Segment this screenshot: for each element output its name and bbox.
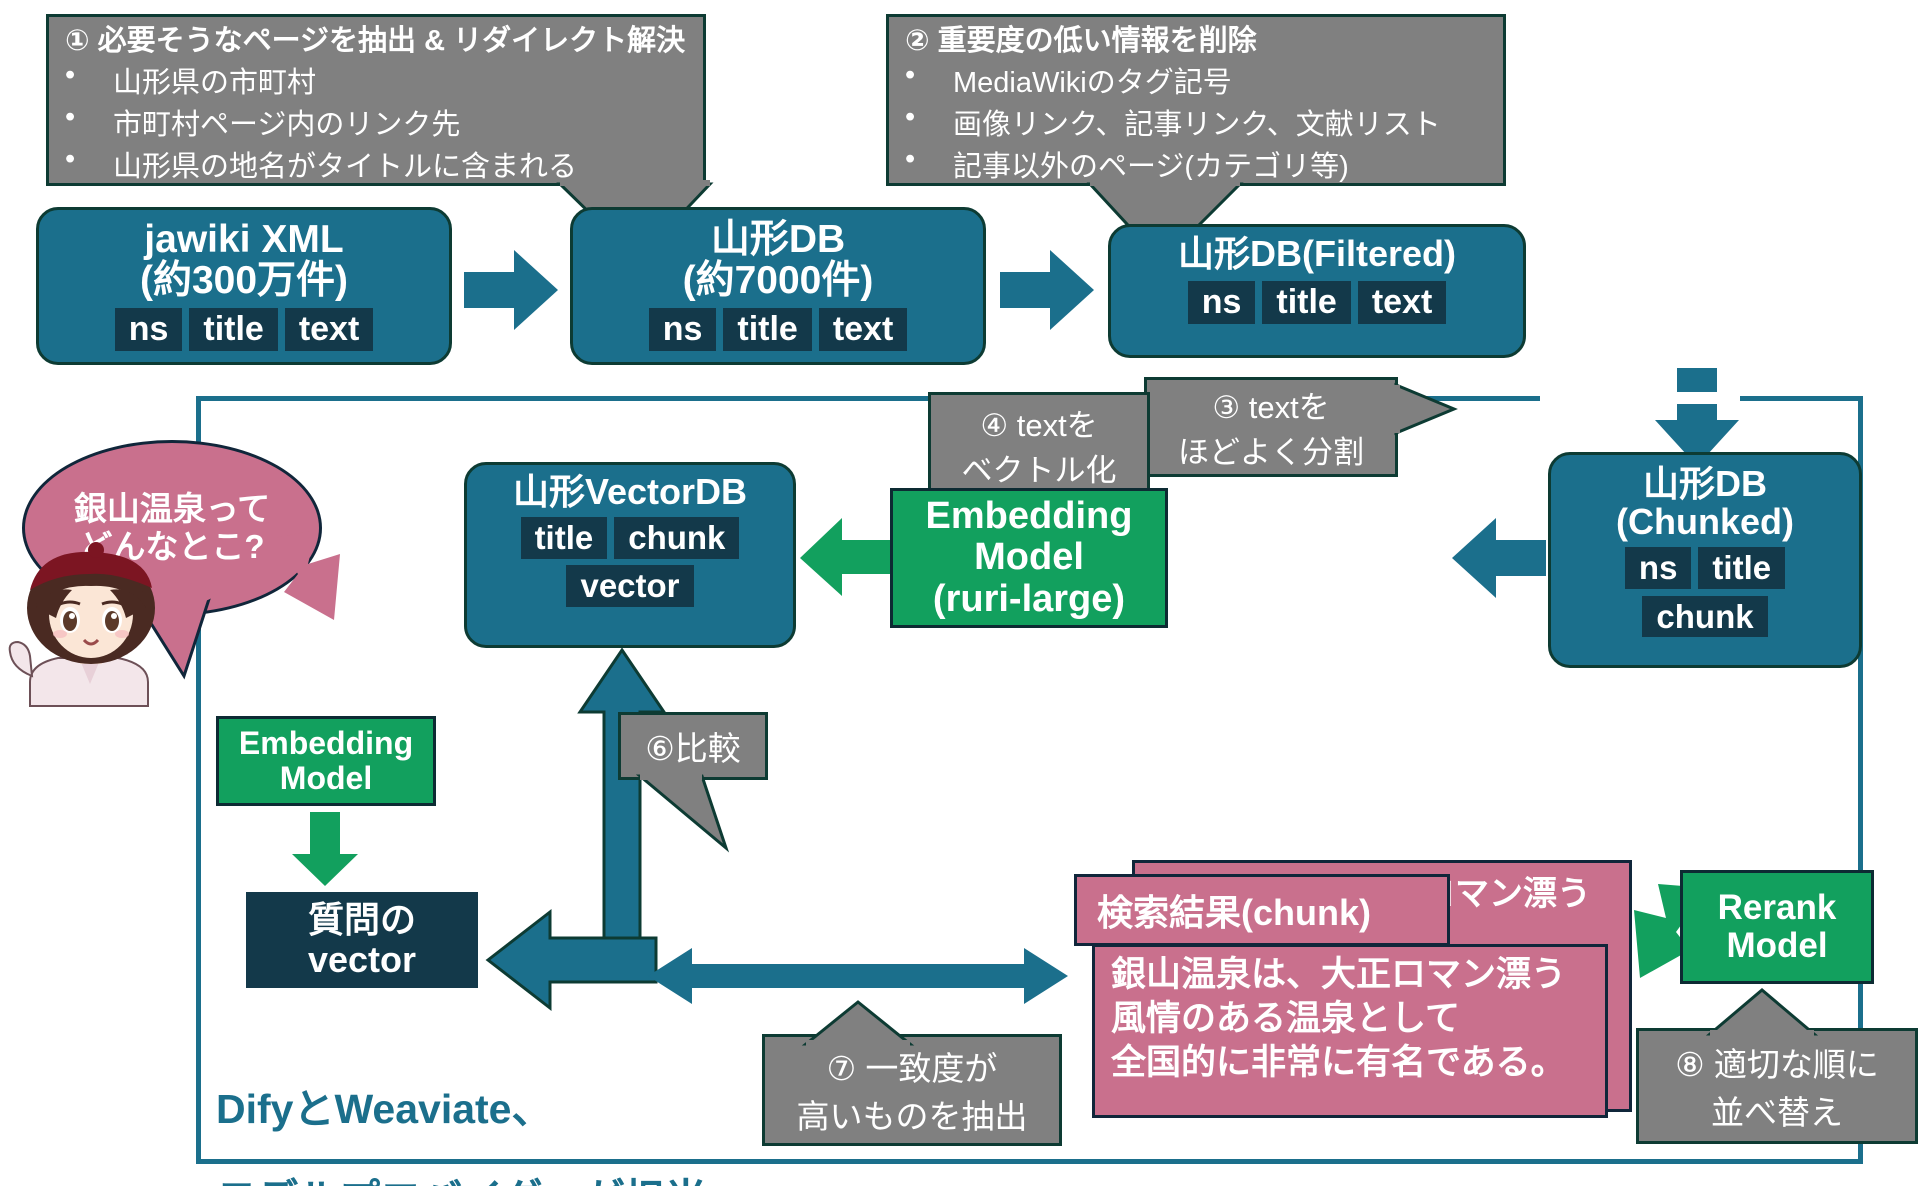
callout-step-1-list: • 山形県の市町村 • 市町村ページ内のリンク先 • 山形県の地名がタイトルに含まれる (65, 59, 687, 185)
search-result-body-line2: 風情のある温泉として (1111, 998, 1460, 1038)
callout-step-8-line1: ⑧ 適切な順に (1675, 1046, 1879, 1083)
box-jawiki-xml-title-line1: jawiki XML (144, 218, 344, 261)
bullet-icon: • (905, 101, 916, 133)
outline-gap-mask (1540, 392, 1740, 404)
callout-step-6-line1: ⑥比較 (645, 730, 741, 767)
search-result-header: 検索結果(chunk) (1074, 874, 1450, 946)
embedding-model-line2: Model (974, 536, 1084, 579)
list-item: • 画像リンク、記事リンク、文献リスト (905, 101, 1441, 141)
list-item: • 山形県の地名がタイトルに含まれる (65, 143, 578, 183)
field-vector: vector (566, 564, 694, 607)
field-ns: ns (1187, 280, 1256, 324)
embedding-model-query-line1: Embedding (238, 725, 414, 762)
arrow-down-right-icon (274, 530, 340, 620)
bullet-icon: • (65, 59, 76, 91)
box-embedding-model-main: Embedding Model (ruri-large) (890, 488, 1168, 628)
bullet-icon: • (65, 143, 76, 175)
callout-step-8: ⑧ 適切な順に 並べ替え (1636, 1028, 1918, 1144)
callout-step-4-line2: ベクトル化 (961, 453, 1117, 488)
callout-step-3-line1: ③ textを (1212, 390, 1330, 425)
box-yamagata-db-title-line2: (約7000件) (682, 258, 874, 302)
box-chunked-title-line1: 山形DB (1642, 463, 1767, 504)
box-vectordb-title: 山形VectorDB (512, 471, 748, 512)
callout-step-7-line2: 高いものを抽出 (796, 1098, 1028, 1135)
box-yamagata-db-filtered: 山形DB(Filtered) ns title text (1108, 224, 1526, 358)
arrow-left-icon (1452, 518, 1546, 598)
field-title: title (189, 307, 278, 351)
callout-step-3: ③ textを ほどよく分割 (1144, 377, 1398, 477)
question-vector-line2: vector (307, 939, 417, 980)
callout-step-3-line2: ほどよく分割 (1178, 435, 1364, 470)
bullet-icon: • (905, 59, 916, 91)
anime-character-avatar (8, 542, 155, 707)
field-text: text (818, 307, 908, 351)
box-jawiki-xml: jawiki XML (約300万件) ns title text (36, 207, 452, 365)
field-ns: ns (1624, 546, 1692, 589)
callout-step-2: ② 重要度の低い情報を削除 • MediaWikiのタグ記号 • 画像リンク、記事リ… (886, 14, 1506, 186)
arrow-left-icon (485, 908, 658, 1012)
search-result-body-line3: 全国的に非常に有名である。 (1111, 1042, 1566, 1082)
callout-step-7-tail (801, 1000, 915, 1048)
field-title: title (1698, 546, 1786, 589)
callout-step-7: ⑦ 一致度が 高いものを抽出 (762, 1034, 1062, 1146)
box-rerank-model: Rerank Model (1680, 870, 1874, 984)
box-yamagata-db-chunked: 山形DB (Chunked) ns title chunk (1548, 452, 1862, 668)
box-yamagata-db-filtered-title: 山形DB(Filtered) (1178, 233, 1456, 274)
rerank-model-line1: Rerank (1717, 888, 1837, 928)
question-vector-line1: 質問の (307, 899, 416, 941)
arrow-right-icon (464, 250, 558, 330)
diagram-canvas: ① 必要そうなページを抽出 & リダイレクト解決 • 山形県の市町村 • 市町村ペー… (0, 0, 1918, 1186)
bottom-note: DifyとWeaviate、 モデルプロバイダーが担当 (216, 1042, 776, 1186)
search-result-header-label: 検索結果(chunk) (1097, 892, 1371, 933)
box-embedding-model-query: Embedding Model (216, 716, 436, 806)
bottom-note-line2: モデルプロバイダーが担当 (216, 1177, 776, 1186)
list-item: • 市町村ページ内のリンク先 (65, 101, 461, 141)
box-question-vector: 質問の vector (246, 892, 478, 988)
callout-step-4-line1: ④ textを (980, 408, 1098, 443)
embedding-model-line3: (ruri-large) (932, 577, 1126, 620)
list-item: • 山形県の市町村 (65, 59, 317, 99)
field-title: title (520, 516, 608, 559)
list-item: • MediaWikiのタグ記号 (905, 59, 1232, 99)
box-yamagata-vectordb: 山形VectorDB title chunk vector (464, 462, 796, 648)
rerank-model-line2: Model (1726, 926, 1828, 965)
search-result-body-line1: 銀山温泉は、大正ロマン漂う (1111, 955, 1567, 994)
field-title: title (1262, 280, 1351, 324)
callout-step-2-list: • MediaWikiのタグ記号 • 画像リンク、記事リンク、文献リスト • 記事以外… (905, 59, 1487, 185)
bottom-note-line1: DifyとWeaviate、 (216, 1086, 553, 1133)
callout-step-6-tail (635, 772, 730, 853)
speech-bubble-line1: 銀山温泉って (73, 490, 271, 528)
callout-step-8-line2: 並べ替え (1711, 1094, 1843, 1131)
embedding-model-query-line2: Model (279, 760, 373, 796)
field-ns: ns (648, 307, 717, 351)
box-yamagata-db-title-line1: 山形DB (710, 218, 846, 261)
callout-step-3-tail (1392, 382, 1458, 436)
callout-step-4: ④ textを ベクトル化 (928, 392, 1150, 498)
callout-step-7-line1: ⑦ 一致度が (826, 1050, 998, 1087)
field-ns: ns (114, 307, 183, 351)
arrow-left-icon (800, 518, 890, 596)
callout-step-8-tail (1705, 988, 1819, 1038)
embedding-model-line1: Embedding (925, 495, 1133, 538)
search-result-body: 銀山温泉は、大正ロマン漂う 風情のある温泉として 全国的に非常に有名である。 (1092, 944, 1608, 1118)
callout-step-6: ⑥比較 (618, 712, 768, 780)
box-jawiki-xml-title-line2: (約300万件) (139, 258, 349, 302)
list-item: • 記事以外のページ(カテゴリ等) (905, 143, 1349, 183)
field-text: text (284, 307, 374, 351)
field-title: title (723, 307, 812, 351)
callout-step-1-title: ① 必要そうなページを抽出 & リダイレクト解決 (65, 25, 686, 57)
field-chunk: chunk (614, 516, 740, 559)
box-yamagata-db: 山形DB (約7000件) ns title text (570, 207, 986, 365)
bullet-icon: • (905, 143, 916, 175)
bullet-icon: • (65, 101, 76, 133)
box-chunked-title-line2: (Chunked) (1616, 500, 1794, 542)
arrow-down-icon (292, 812, 358, 886)
callout-step-1: ① 必要そうなページを抽出 & リダイレクト解決 • 山形県の市町村 • 市町村ペー… (46, 14, 706, 186)
field-text: text (1357, 280, 1447, 324)
callout-step-2-title: ② 重要度の低い情報を削除 (905, 25, 1257, 57)
arrow-right-icon (1000, 250, 1094, 330)
field-chunk: chunk (1642, 595, 1768, 638)
